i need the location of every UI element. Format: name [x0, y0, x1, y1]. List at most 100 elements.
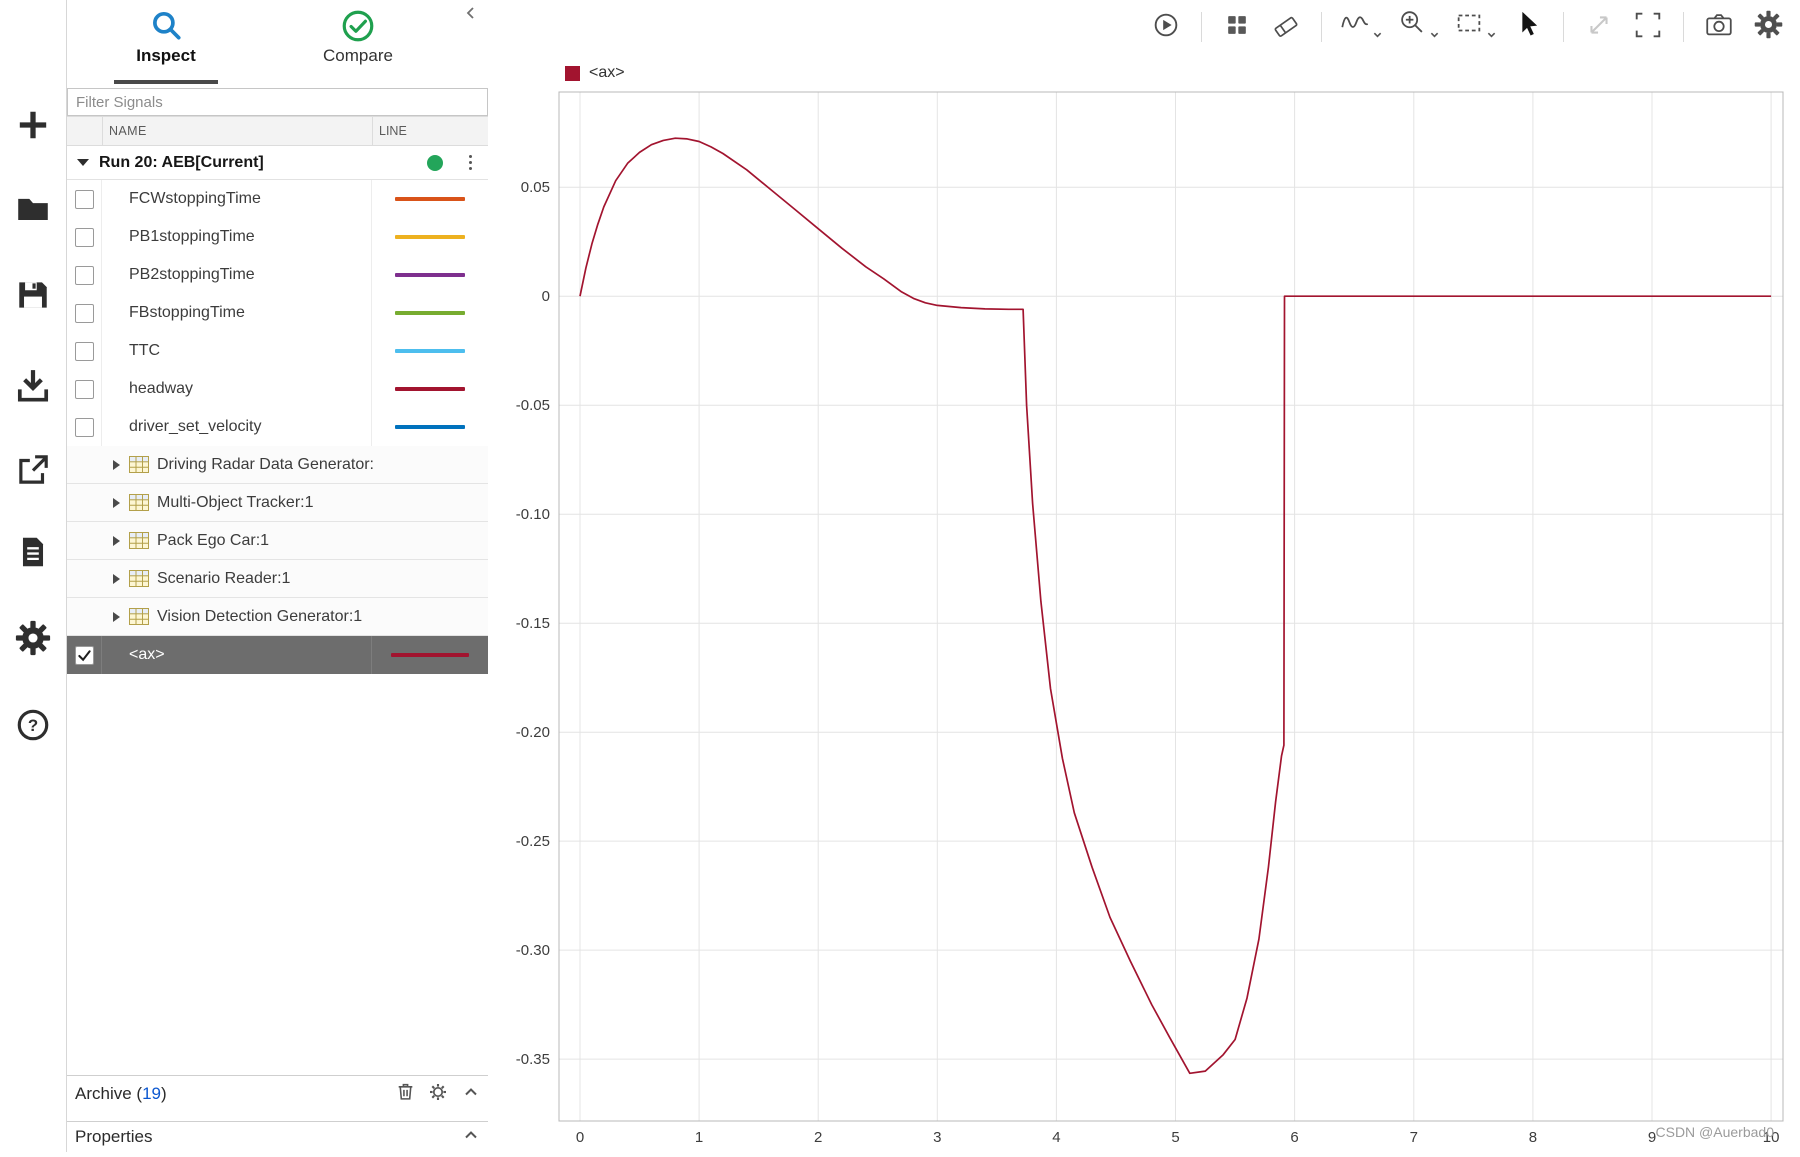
group-row[interactable]: Multi-Object Tracker:1: [67, 484, 488, 522]
signal-name[interactable]: TTC: [102, 332, 372, 370]
import-button[interactable]: [13, 369, 53, 409]
pointer-tool-button[interactable]: [1510, 9, 1546, 45]
group-row[interactable]: Driving Radar Data Generator:: [67, 446, 488, 484]
group-grid-icon: [129, 494, 149, 511]
signal-name[interactable]: PB1stoppingTime: [102, 218, 372, 256]
signal-checkbox[interactable]: [74, 265, 94, 285]
group-name[interactable]: Pack Ego Car:1: [157, 532, 269, 550]
signal-row[interactable]: FCWstoppingTime: [67, 180, 488, 218]
selected-signal-name[interactable]: <ax>: [102, 636, 372, 674]
group-row[interactable]: Vision Detection Generator:1: [67, 598, 488, 636]
group-row[interactable]: Scenario Reader:1: [67, 560, 488, 598]
chevron-down-icon: [1486, 26, 1497, 44]
signal-line-swatch: [395, 311, 465, 315]
svg-text:0: 0: [542, 288, 550, 305]
save-button[interactable]: [13, 277, 53, 317]
selected-signal-row[interactable]: <ax>: [67, 636, 488, 674]
run-menu-button[interactable]: [467, 153, 475, 173]
signal-row[interactable]: PB1stoppingTime: [67, 218, 488, 256]
column-header-line[interactable]: LINE: [372, 117, 488, 145]
archive-collapse-button[interactable]: [459, 1082, 483, 1106]
gear-icon: [14, 619, 52, 662]
collapse-panel-button[interactable]: [462, 4, 480, 27]
signal-checkbox[interactable]: [74, 227, 94, 247]
playback-button[interactable]: [1148, 9, 1184, 45]
signal-row[interactable]: FBstoppingTime: [67, 294, 488, 332]
signal-checkbox[interactable]: [74, 417, 94, 437]
svg-text:-0.35: -0.35: [516, 1051, 550, 1068]
chart-settings-button[interactable]: [1750, 9, 1786, 45]
signal-checkbox[interactable]: [74, 341, 94, 361]
properties-collapse-button[interactable]: [459, 1125, 483, 1149]
diagonal-arrows-icon: [1583, 9, 1615, 46]
zoom-in-button[interactable]: [1396, 7, 1440, 48]
properties-section-header[interactable]: Properties: [67, 1121, 488, 1152]
signal-wave-icon: [1339, 7, 1371, 44]
signal-line-swatch: [395, 273, 465, 277]
play-circle-icon: [1150, 9, 1182, 46]
group-name[interactable]: Multi-Object Tracker:1: [157, 494, 313, 512]
signal-row[interactable]: PB2stoppingTime: [67, 256, 488, 294]
run-expand-caret[interactable]: [77, 159, 89, 166]
group-expand-caret[interactable]: [113, 611, 120, 622]
signal-row[interactable]: headway: [67, 370, 488, 408]
signal-checkbox[interactable]: [74, 189, 94, 209]
column-header-name[interactable]: NAME: [103, 117, 372, 145]
fit-to-view-button[interactable]: [1630, 9, 1666, 45]
report-button[interactable]: [13, 534, 53, 574]
group-expand-caret[interactable]: [113, 573, 120, 584]
tab-compare[interactable]: Compare: [283, 4, 433, 84]
signal-trace-button[interactable]: [1339, 7, 1383, 48]
signal-line-cell: [372, 294, 488, 332]
signal-row[interactable]: driver_set_velocity: [67, 408, 488, 446]
group-expand-caret[interactable]: [113, 535, 120, 546]
group-name[interactable]: Scenario Reader:1: [157, 570, 290, 588]
signal-checkbox-cell: [67, 256, 102, 294]
help-button[interactable]: ?: [13, 707, 53, 747]
svg-text:-0.30: -0.30: [516, 942, 550, 959]
signal-name[interactable]: FCWstoppingTime: [102, 180, 372, 218]
signal-checkbox[interactable]: [74, 379, 94, 399]
archive-settings-button[interactable]: [426, 1082, 450, 1106]
signal-line-swatch: [395, 197, 465, 201]
signal-checkbox-cell: [67, 636, 102, 674]
group-row[interactable]: Pack Ego Car:1: [67, 522, 488, 560]
signal-row[interactable]: TTC: [67, 332, 488, 370]
svg-text:5: 5: [1171, 1129, 1179, 1146]
pan-diagonal-button[interactable]: [1581, 9, 1617, 45]
download-icon: [14, 368, 52, 411]
export-button[interactable]: [13, 452, 53, 492]
plot-area[interactable]: 0 1 2 3 4 5 6 7 8 9 10 0.05 0 -0.05 -0.10 -0.15 -0.20 -0.…: [488, 60, 1800, 1152]
signal-line-swatch: [395, 425, 465, 429]
snapshot-button[interactable]: [1701, 9, 1737, 45]
selected-signal-checkbox[interactable]: [74, 645, 94, 665]
group-name[interactable]: Driving Radar Data Generator:: [157, 456, 374, 474]
archive-section-header[interactable]: Archive (19): [67, 1075, 488, 1112]
signal-checkbox-cell: [67, 180, 102, 218]
open-button[interactable]: [13, 192, 53, 232]
clear-plots-button[interactable]: [1268, 9, 1304, 45]
run-header-row[interactable]: Run 20: AEB[Current]: [67, 146, 488, 180]
tab-inspect[interactable]: Inspect: [91, 4, 241, 84]
add-button[interactable]: [13, 107, 53, 147]
toolbar-separator: [1321, 12, 1322, 42]
chart-toolbar: [488, 0, 1800, 54]
archive-delete-button[interactable]: [393, 1082, 417, 1106]
zoom-region-button[interactable]: [1453, 7, 1497, 48]
filter-signals-input[interactable]: [67, 88, 488, 116]
group-expand-caret[interactable]: [113, 497, 120, 508]
settings-button[interactable]: [13, 620, 53, 660]
signal-panel: Inspect Compare NAME LINE Run 20: AEB[Cu…: [67, 0, 489, 1152]
signal-name[interactable]: headway: [102, 370, 372, 408]
signal-name[interactable]: driver_set_velocity: [102, 408, 372, 446]
group-expand-caret[interactable]: [113, 459, 120, 470]
signal-plot[interactable]: 0 1 2 3 4 5 6 7 8 9 100.050-0.05-0.10-0.15-0.20-0.…: [488, 60, 1800, 1152]
signal-checkbox[interactable]: [74, 303, 94, 323]
signal-name[interactable]: FBstoppingTime: [102, 294, 372, 332]
svg-text:7: 7: [1410, 1129, 1418, 1146]
svg-text:8: 8: [1529, 1129, 1537, 1146]
group-grid-icon: [129, 570, 149, 587]
signal-name[interactable]: PB2stoppingTime: [102, 256, 372, 294]
group-name[interactable]: Vision Detection Generator:1: [157, 608, 362, 626]
layout-grid-button[interactable]: [1219, 9, 1255, 45]
